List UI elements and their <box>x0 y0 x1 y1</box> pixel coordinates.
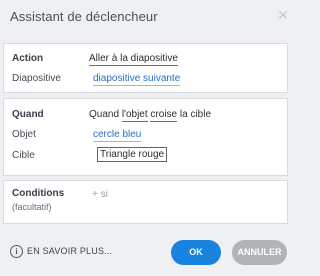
object-value-link[interactable]: cercle bleu <box>93 129 142 142</box>
when-sentence-suffix: la cible <box>177 109 212 120</box>
trigger-wizard-dialog: Assistant de déclencheur ✕ Action Aller … <box>0 0 300 276</box>
title-bar: Assistant de déclencheur ✕ <box>0 0 300 34</box>
slide-value-link[interactable]: diapositive suivante <box>93 73 181 86</box>
when-sentence-prefix: Quand <box>89 109 122 120</box>
learn-more-label: EN SAVOIR PLUS... <box>27 246 113 256</box>
conditions-optional-label: (facultatif) <box>12 202 52 212</box>
cancel-button[interactable]: ANNULER <box>232 240 287 265</box>
when-panel: Quand Quand l'objet croise la cible Obje… <box>3 98 288 176</box>
dialog-title: Assistant de déclencheur <box>10 9 158 24</box>
slide-label: Diapositive <box>12 73 61 84</box>
when-event-token[interactable]: croise <box>150 109 178 122</box>
action-panel: Action Aller à la diapositive Diapositiv… <box>3 43 288 93</box>
when-label: Quand <box>12 109 44 120</box>
target-value-selected[interactable]: Triangle rouge <box>97 147 168 162</box>
close-icon[interactable]: ✕ <box>276 8 290 22</box>
info-icon: i <box>10 244 23 258</box>
conditions-label: Conditions <box>12 188 65 199</box>
action-label: Action <box>12 53 44 64</box>
learn-more-link[interactable]: i EN SAVOIR PLUS... <box>10 243 112 259</box>
when-sentence: Quand l'objet croise la cible <box>89 109 212 122</box>
when-object-token[interactable]: l'objet <box>121 109 148 122</box>
object-label: Objet <box>12 129 36 140</box>
target-label: Cible <box>12 150 35 161</box>
action-value[interactable]: Aller à la diapositive <box>89 53 178 66</box>
conditions-panel: Conditions (facultatif) + si <box>3 180 288 224</box>
ok-button[interactable]: OK <box>171 240 221 265</box>
add-condition-button[interactable]: + si <box>92 189 108 200</box>
